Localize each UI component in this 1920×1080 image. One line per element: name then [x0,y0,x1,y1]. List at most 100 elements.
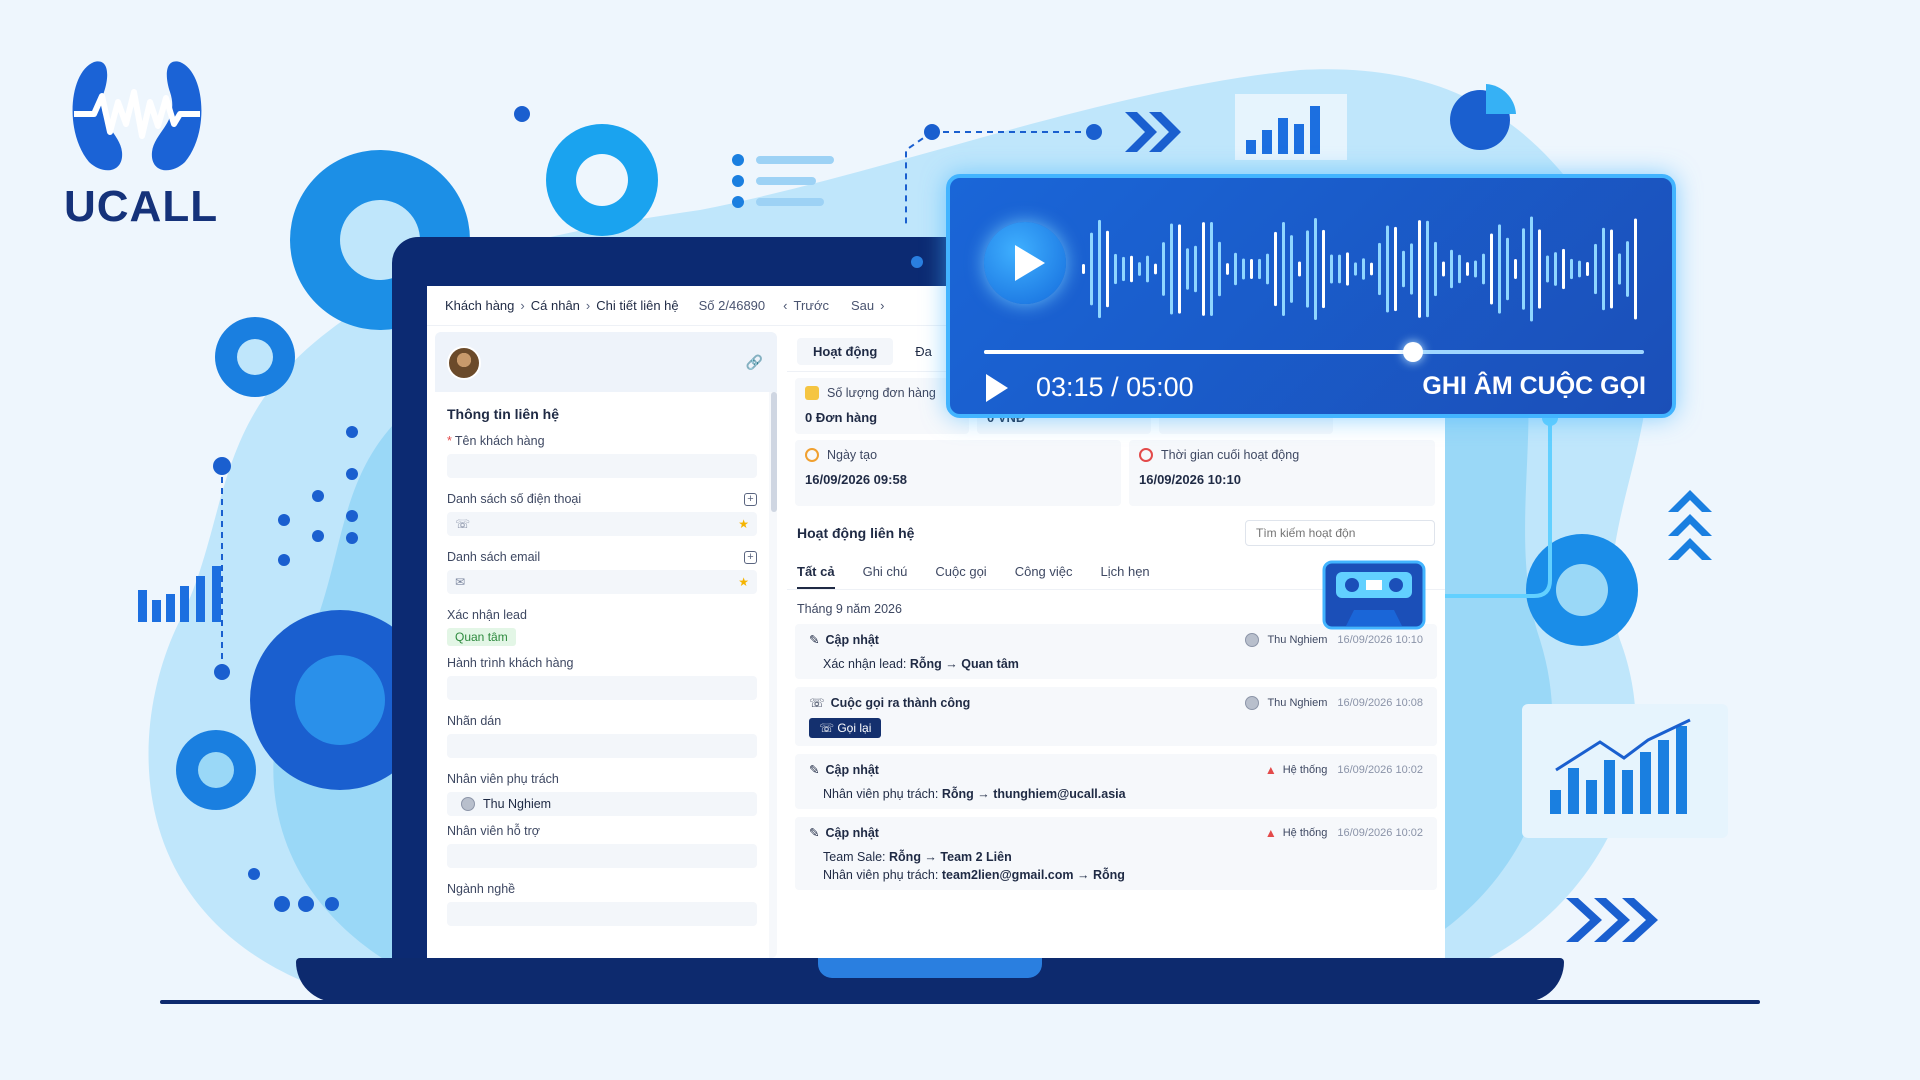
waveform-bar [1418,220,1421,318]
call-back-button[interactable]: ☏ Gọi lại [809,718,882,738]
waveform-bar [1554,252,1557,286]
orders-stat: Số lượng đơn hàng 0 Đơn hàng [795,378,969,434]
activities-title: Hoạt động liên hệ [797,525,915,541]
customer-name-input[interactable] [447,454,757,478]
waveform-bar [1426,220,1429,318]
list-item[interactable]: ☏ Cuộc gọi ra thành công Thu Nghiem 16/09/… [795,687,1437,746]
waveform-bar [1106,230,1109,308]
waveform-bar [1386,225,1389,313]
waveform-bar [1618,253,1621,285]
waveform-bar [1130,255,1133,283]
gear-icon [176,730,256,810]
waveform-bar [1634,218,1637,320]
last-active-value: 16/09/2026 10:10 [1139,472,1241,487]
waveform-bar [1402,250,1405,288]
orders-value: 0 Đơn hàng [805,410,878,425]
tab-activity[interactable]: Hoạt động [797,338,894,365]
scrollbar[interactable] [771,392,777,512]
waveform-bar [1474,260,1477,278]
support-input[interactable] [447,844,757,868]
tab-calls[interactable]: Cuộc gọi [935,556,986,589]
triple-chevron-icon [1566,898,1658,942]
brand-name: UCALL [64,182,219,231]
journey-input[interactable] [447,676,757,700]
avatar [1245,695,1260,710]
add-phone-icon[interactable]: + [744,492,757,506]
link-icon[interactable]: 🔗 [746,354,763,371]
tab-notes[interactable]: Ghi chú [863,556,908,589]
phone-icon: ☏ [809,696,825,710]
phone-icon: ☏ [455,517,471,531]
phones-label: Danh sách số điện thoại [447,492,582,506]
progress-knob[interactable] [1403,342,1423,362]
waveform-bar [1394,226,1397,312]
waveform-bar [1250,259,1253,279]
tab-appointments[interactable]: Lịch hẹn [1101,556,1150,589]
next-button[interactable]: Sau [851,298,874,313]
waveform-bar [1482,253,1485,285]
activity-search-input[interactable] [1245,520,1435,546]
prev-button[interactable]: Trước [794,298,830,313]
record-counter: Số 2/46890 [698,298,766,313]
waveform-bar [1306,230,1309,308]
activity-panel: Hoạt động Đa Số lượng đơn hàng 0 Đơn hàn… [787,332,1445,958]
progress-bar[interactable] [984,342,1644,362]
waveform-bar [1314,218,1317,320]
pencil-icon: ✎ [809,763,820,777]
waveform-bar [1378,242,1381,296]
waveform-bar [1226,263,1229,275]
lead-status-badge[interactable]: Quan tâm [447,628,516,646]
line-chart-icon [1522,704,1728,838]
phone-input[interactable]: ☏ ★ [447,512,757,536]
waveform-bar [1370,262,1373,276]
chevron-right-icon[interactable]: › [880,298,884,313]
waveform-bar [1138,262,1141,276]
waveform-bar [1122,256,1125,282]
star-icon[interactable]: ★ [738,575,749,589]
chevron-left-icon[interactable]: ‹ [783,298,787,313]
breadcrumb-personal[interactable]: Cá nhân [531,298,580,313]
created-label: Ngày tạo [827,448,878,462]
waveform-bar [1170,223,1173,315]
waveform-bar [1266,253,1269,285]
play-icon[interactable] [986,374,1008,402]
waveform-bar [1610,229,1613,309]
list-item[interactable]: ✎ Cập nhật ▲ Hệ thống 16/09/2026 10:02 Team… [795,817,1437,890]
waveform-bar [1346,252,1349,286]
last-active-label: Thời gian cuối hoạt động [1161,448,1300,462]
star-icon[interactable]: ★ [738,517,749,531]
waveform-bar [1506,237,1509,301]
avatar[interactable] [447,346,481,380]
play-icon[interactable] [984,222,1066,304]
support-label: Nhân viên hỗ trợ [447,824,540,838]
labels-input[interactable] [447,734,757,758]
recording-label: GHI ÂM CUỘC GỌI [1422,372,1646,400]
tab-tasks[interactable]: Công việc [1015,556,1073,589]
bar-chart-icon [1235,94,1347,160]
waveform-bar [1466,262,1469,276]
list-item[interactable]: ✎ Cập nhật ▲ Hệ thống 16/09/2026 10:02 Nhân… [795,754,1437,809]
waveform-bar [1586,261,1589,277]
email-input[interactable]: ✉ ★ [447,570,757,594]
waveform-bar [1410,243,1413,295]
waveform-bar [1098,219,1101,319]
avatar [1245,632,1260,647]
waveform-bar [1578,260,1581,278]
tab-all[interactable]: Tất cả [797,556,835,589]
waveform-bar [1570,258,1573,280]
pencil-icon: ✎ [809,826,820,840]
list-item[interactable]: ✎ Cập nhật Thu Nghiem 16/09/2026 10:10 Xác… [795,624,1437,679]
industry-input[interactable] [447,902,757,926]
waveform-bar [1274,231,1277,307]
waveform-bar [1202,222,1205,316]
waveform-bar [1434,241,1437,297]
waveform-bar [1330,254,1333,284]
created-value: 16/09/2026 09:58 [805,472,907,487]
waveform-bar [1490,233,1493,305]
add-email-icon[interactable]: + [744,550,757,564]
customer-name-label: Tên khách hàng [454,434,545,448]
owner-select[interactable]: Thu Nghiem [447,792,757,816]
tab-other[interactable]: Đa [899,338,948,365]
breadcrumb-customers[interactable]: Khách hàng [445,298,514,313]
orders-label: Số lượng đơn hàng [827,386,936,400]
